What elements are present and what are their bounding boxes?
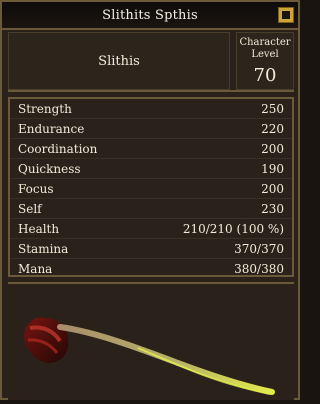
character-name: Slithis	[98, 53, 140, 69]
stat-label: Mana	[18, 262, 53, 276]
stat-row: Endurance 220	[10, 119, 292, 139]
character-level-label: Character Level	[239, 36, 291, 60]
title-bar: Slithits Spthis	[2, 2, 298, 30]
stat-value: 220	[261, 121, 284, 136]
stat-label: Health	[18, 221, 60, 236]
stat-row: Health 210/210 (100 %)	[10, 219, 292, 239]
stat-label: Self	[18, 201, 42, 216]
stat-label: Endurance	[18, 121, 85, 136]
stat-row: Quickness 190	[10, 159, 292, 179]
character-name-box: Slithis	[8, 32, 230, 90]
stat-row: Stamina 370/370	[10, 239, 292, 259]
stat-value: 200	[261, 181, 284, 196]
stat-row: Focus 200	[10, 179, 292, 199]
stats-panel: Strength 250 Endurance 220 Coordination …	[8, 97, 294, 277]
character-level-box: Character Level 70	[236, 32, 294, 90]
stat-value: 380/380	[234, 262, 284, 276]
stat-value: 210/210 (100 %)	[182, 221, 284, 236]
stat-row: Self 230	[10, 199, 292, 219]
window-title: Slithits Spthis	[102, 7, 198, 23]
character-level-value: 70	[253, 64, 277, 86]
stat-label: Stamina	[18, 241, 69, 256]
stat-value: 190	[261, 161, 284, 176]
stat-row: Strength 250	[10, 99, 292, 119]
stat-label: Coordination	[18, 141, 98, 156]
stat-row: Coordination 200	[10, 139, 292, 159]
character-window: Slithits Spthis Slithis Character Level …	[0, 0, 300, 400]
stat-label: Strength	[18, 101, 72, 116]
character-header: Slithis Character Level 70	[8, 32, 294, 92]
feather-quill-icon	[23, 317, 275, 395]
stat-label: Focus	[18, 181, 54, 196]
stat-value: 230	[261, 201, 284, 216]
stat-value: 200	[261, 141, 284, 156]
stat-value: 370/370	[234, 241, 284, 256]
stat-row: Mana 380/380	[10, 259, 292, 279]
stat-label: Quickness	[18, 161, 81, 176]
stat-value: 250	[261, 101, 284, 116]
item-preview-area	[8, 282, 294, 400]
close-icon[interactable]	[278, 7, 294, 23]
